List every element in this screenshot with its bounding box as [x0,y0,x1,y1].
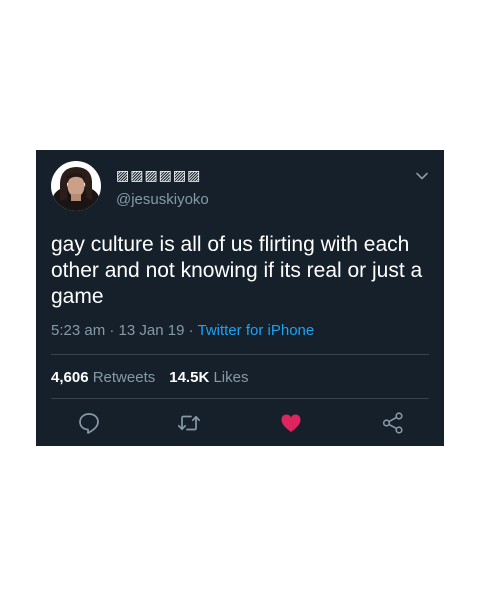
avatar[interactable] [51,161,101,211]
likes-label: Likes [213,369,249,386]
retweets-label: Retweets [92,369,156,386]
user-handle[interactable]: @jesuskiyoko [116,191,209,208]
likes-count: 14.5K [169,369,210,386]
tweet-meta: 5:23 am · 13 Jan 19 · Twitter for iPhone [51,322,314,339]
meta-separator: · [105,322,119,339]
tweet-date: 13 Jan 19 [118,322,185,339]
tweet-time: 5:23 am [51,322,106,339]
retweet-icon[interactable] [176,410,202,436]
retweets-count: 4,606 [51,369,89,386]
divider [51,398,429,399]
chevron-down-icon[interactable] [414,168,430,184]
tweet-card: ▨▨▨▨▨▨ @jesuskiyoko gay culture is all o… [36,150,444,446]
likes-stat[interactable]: 14.5K Likes [169,369,248,386]
heart-icon[interactable] [278,410,304,436]
share-icon[interactable] [380,410,406,436]
tweet-source-link[interactable]: Twitter for iPhone [198,322,315,339]
retweets-stat[interactable]: 4,606 Retweets [51,369,155,386]
action-bar [36,408,444,438]
reply-icon[interactable] [76,410,102,436]
divider [51,354,429,355]
tweet-stats: 4,606 Retweets 14.5K Likes [51,369,248,386]
meta-separator: · [184,322,198,339]
display-name[interactable]: ▨▨▨▨▨▨ [116,168,201,184]
tweet-text: gay culture is all of us flirting with e… [51,233,423,308]
